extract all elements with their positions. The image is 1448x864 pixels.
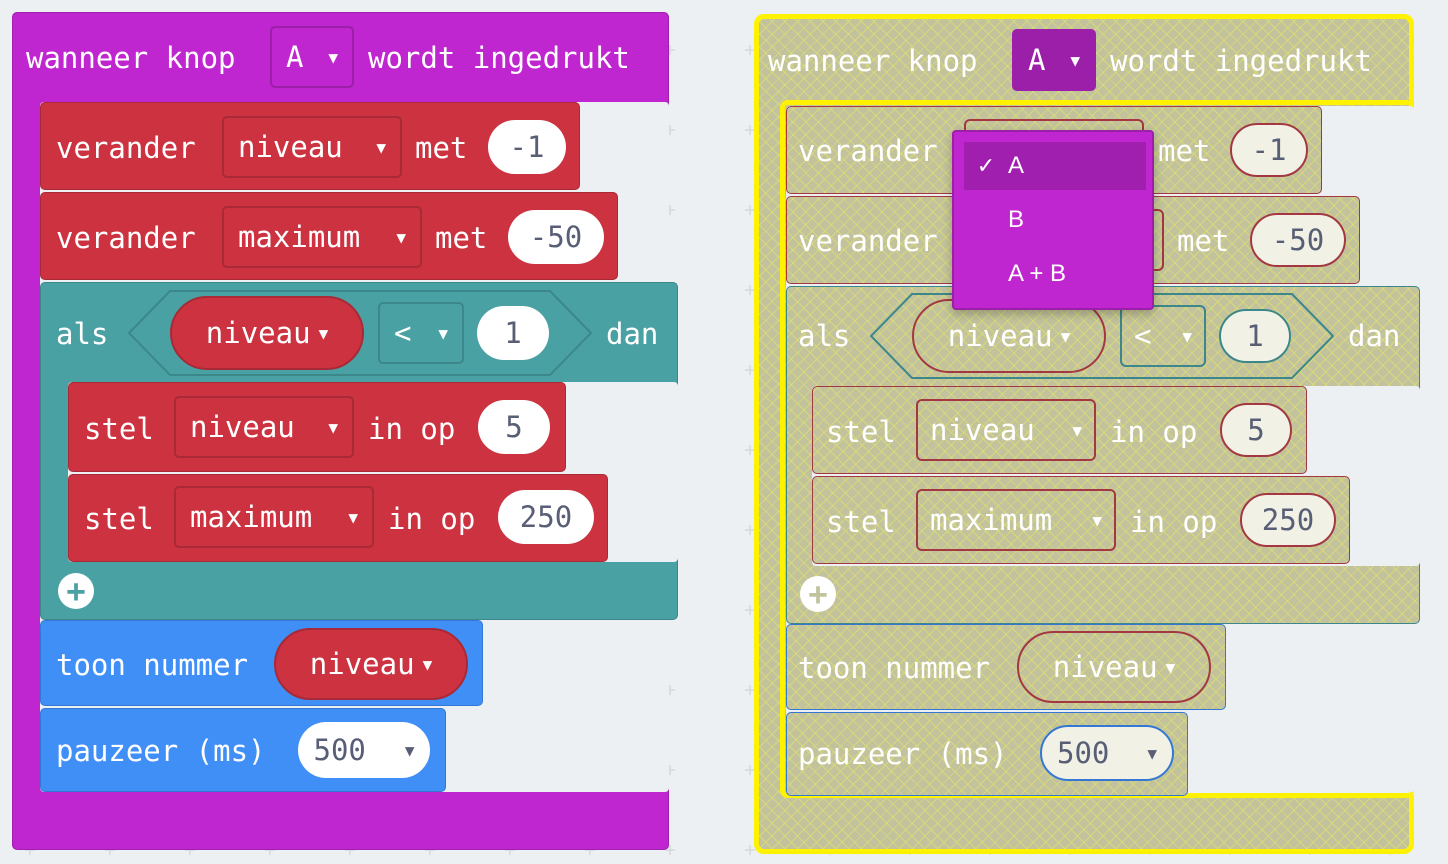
if-label: als (798, 319, 851, 353)
set-value-input[interactable]: 5 (478, 400, 550, 454)
chevron-down-icon: ▼ (1070, 50, 1080, 70)
button-options-menu: ✓ A B A + B (952, 130, 1154, 310)
chevron-down-icon: ▼ (1165, 657, 1176, 677)
variable-dropdown-niveau[interactable]: niveau ▼ (916, 399, 1096, 461)
set-label: stel (826, 505, 896, 539)
set-value-input[interactable]: 5 (1220, 403, 1292, 457)
operator-value: < (394, 316, 412, 350)
operator-value: < (1134, 319, 1152, 353)
chevron-down-icon: ▼ (396, 227, 406, 247)
set-label: stel (826, 415, 896, 449)
pause-duration-dropdown[interactable]: 500 ▼ (1040, 725, 1174, 781)
if-label: als (56, 317, 109, 351)
menu-option-b[interactable]: B (964, 196, 1146, 244)
set-to-label: in op (368, 412, 456, 446)
variable-dropdown-niveau[interactable]: niveau ▼ (174, 396, 354, 458)
then-label: dan (1348, 319, 1401, 353)
show-number-label: toon nummer (56, 648, 249, 682)
set-label: stel (84, 412, 154, 446)
variable-dropdown-value: niveau (238, 130, 343, 164)
menu-option-label: A (1008, 152, 1025, 179)
change-value-input[interactable]: -50 (508, 210, 604, 264)
operator-dropdown[interactable]: < ▼ (1120, 305, 1206, 367)
button-select-value: A (1028, 43, 1046, 77)
variable-dropdown-value: niveau (930, 413, 1035, 447)
chevron-down-icon: ▼ (328, 47, 338, 67)
chevron-down-icon: ▼ (376, 137, 386, 157)
variable-reporter-niveau[interactable]: niveau ▼ (274, 628, 468, 700)
set-to-label: in op (1130, 505, 1218, 539)
compare-value-input[interactable]: 1 (477, 306, 549, 360)
variable-reporter-niveau[interactable]: niveau ▼ (170, 296, 364, 370)
pause-duration-value: 500 (1056, 736, 1110, 770)
variable-dropdown-value: maximum (930, 503, 1053, 537)
change-label: verander (56, 131, 196, 165)
variable-dropdown-maximum[interactable]: maximum ▼ (916, 489, 1116, 551)
change-by-label: met (415, 131, 468, 165)
variable-dropdown-niveau[interactable]: niveau ▼ (222, 116, 402, 178)
variable-dropdown-maximum[interactable]: maximum ▼ (174, 486, 374, 548)
pause-label: pauzeer (ms) (798, 737, 1008, 771)
button-select-dropdown-open[interactable]: A ▼ (1012, 29, 1096, 91)
chevron-down-icon: ▼ (404, 740, 415, 760)
chevron-down-icon: ▼ (1092, 510, 1102, 530)
chevron-down-icon: ▼ (348, 507, 358, 527)
menu-option-label: B (1008, 206, 1025, 233)
chevron-down-icon: ▼ (318, 323, 329, 343)
change-by-label: met (1177, 224, 1230, 258)
change-label: verander (56, 221, 196, 255)
event-label-before: wanneer knop (768, 44, 978, 78)
variable-dropdown-value: maximum (238, 220, 361, 254)
event-label-after: wordt ingedrukt (368, 41, 630, 75)
change-by-label: met (1158, 134, 1211, 168)
button-select-value: A (286, 40, 304, 74)
chevron-down-icon: ▼ (1072, 420, 1082, 440)
menu-option-a[interactable]: ✓ A (964, 142, 1146, 190)
event-label-before: wanneer knop (26, 41, 236, 75)
variable-reporter-niveau[interactable]: niveau ▼ (1017, 631, 1211, 703)
chevron-down-icon: ▼ (1147, 743, 1157, 763)
reporter-value: niveau (1052, 650, 1158, 684)
chevron-down-icon: ▼ (438, 323, 448, 343)
menu-option-a-plus-b[interactable]: A + B (964, 250, 1146, 298)
pause-label: pauzeer (ms) (56, 734, 266, 768)
change-by-label: met (435, 221, 488, 255)
then-label: dan (606, 317, 659, 351)
change-value-input[interactable]: -1 (488, 120, 566, 174)
menu-option-label: A + B (1008, 260, 1067, 287)
set-to-label: in op (388, 502, 476, 536)
add-else-icon[interactable]: + (800, 576, 836, 612)
variable-dropdown-value: maximum (190, 500, 313, 534)
check-icon: ✓ (976, 153, 996, 178)
set-to-label: in op (1110, 415, 1198, 449)
change-label: verander (798, 134, 938, 168)
set-value-input[interactable]: 250 (1240, 493, 1336, 547)
reporter-value: niveau (947, 319, 1053, 353)
variable-dropdown-value: niveau (190, 410, 295, 444)
button-select-dropdown[interactable]: A ▼ (270, 26, 354, 88)
pause-duration-dropdown[interactable]: 500 ▼ (298, 722, 430, 778)
chevron-down-icon: ▼ (328, 417, 338, 437)
variable-dropdown-maximum[interactable]: maximum ▼ (222, 206, 422, 268)
change-value-input[interactable]: -1 (1230, 123, 1308, 177)
event-label-after: wordt ingedrukt (1110, 44, 1372, 78)
chevron-down-icon: ▼ (1060, 326, 1071, 346)
set-value-input[interactable]: 250 (498, 490, 594, 544)
change-value-input[interactable]: -50 (1250, 213, 1346, 267)
reporter-value: niveau (205, 316, 311, 350)
variable-reporter-niveau[interactable]: niveau ▼ (912, 299, 1106, 373)
chevron-down-icon: ▼ (422, 654, 433, 674)
operator-dropdown[interactable]: < ▼ (378, 302, 464, 364)
show-number-label: toon nummer (798, 651, 991, 685)
add-else-icon[interactable]: + (58, 573, 94, 609)
set-label: stel (84, 502, 154, 536)
compare-value-input[interactable]: 1 (1219, 309, 1291, 363)
pause-duration-value: 500 (313, 733, 366, 767)
chevron-down-icon: ▼ (1182, 326, 1192, 346)
reporter-value: niveau (309, 647, 415, 681)
change-label: verander (798, 224, 938, 258)
